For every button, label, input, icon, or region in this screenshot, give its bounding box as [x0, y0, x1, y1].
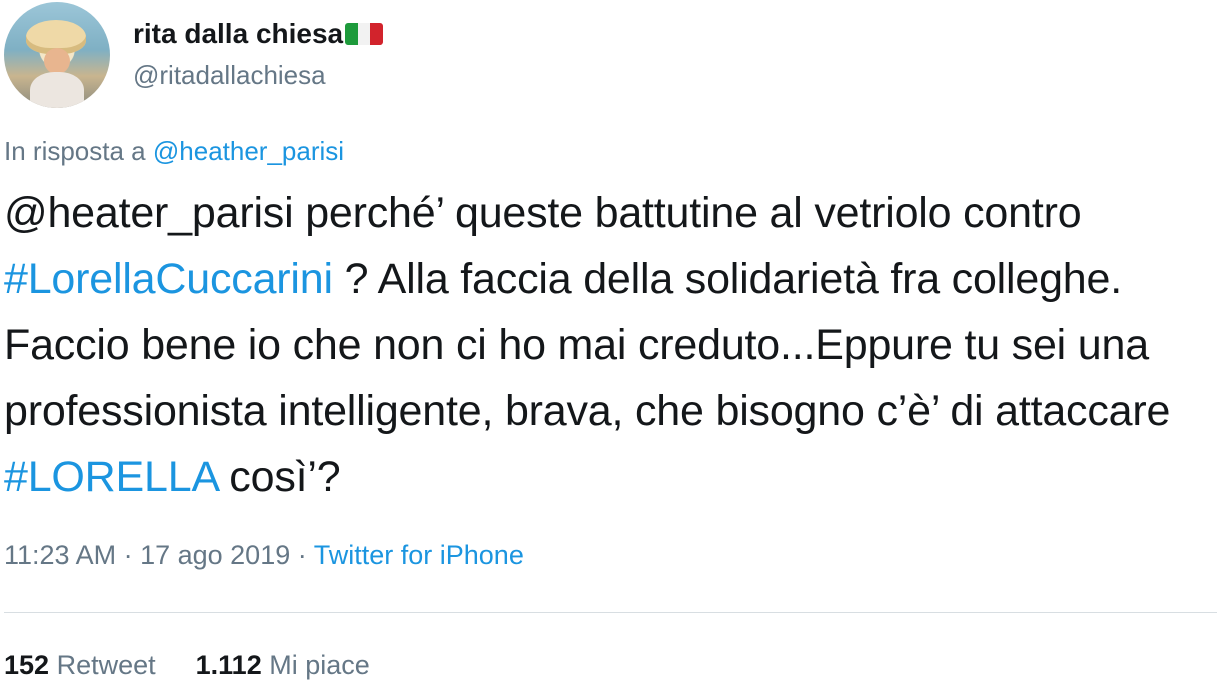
author-name-row: rita dalla chiesa: [133, 18, 384, 50]
avatar[interactable]: [4, 2, 110, 108]
tweet-text: @heater_parisi perché’ queste battutine …: [4, 180, 1214, 510]
meta-separator: ·: [290, 540, 314, 570]
retweets-stat[interactable]: 152 Retweet: [4, 650, 156, 681]
tweet-time[interactable]: 11:23 AM: [4, 540, 116, 570]
reply-context: In risposta a @heather_parisi: [4, 136, 344, 167]
reply-mention-link[interactable]: @heather_parisi: [153, 136, 344, 166]
tweet-source-link[interactable]: Twitter for iPhone: [314, 540, 524, 570]
likes-count: 1.112: [195, 650, 262, 680]
hashtag-link[interactable]: #LorellaCuccarini: [4, 255, 333, 303]
italian-flag-icon: [345, 23, 384, 45]
author-display-name[interactable]: rita dalla chiesa: [133, 18, 343, 50]
likes-stat[interactable]: 1.112 Mi piace: [196, 650, 370, 681]
reply-prefix: In risposta a: [4, 136, 146, 166]
likes-label: Mi piace: [269, 650, 370, 680]
meta-separator: ·: [116, 540, 141, 570]
tweet-meta: 11:23 AM · 17 ago 2019 · Twitter for iPh…: [4, 540, 524, 571]
tweet-text-segment: così’?: [217, 453, 341, 501]
retweets-count: 152: [4, 650, 50, 680]
author-handle[interactable]: @ritadallachiesa: [133, 60, 326, 91]
tweet-date[interactable]: 17 ago 2019: [140, 540, 290, 570]
avatar-face: [44, 48, 70, 74]
tweet-text-segment: @heater_parisi perché’ queste battutine …: [4, 189, 1082, 237]
hashtag-link[interactable]: #LORELLA: [4, 453, 218, 501]
divider: [4, 612, 1217, 613]
tweet-stats: 152 Retweet 1.112 Mi piace: [4, 650, 370, 681]
avatar-body: [30, 72, 84, 108]
retweets-label: Retweet: [56, 650, 156, 680]
